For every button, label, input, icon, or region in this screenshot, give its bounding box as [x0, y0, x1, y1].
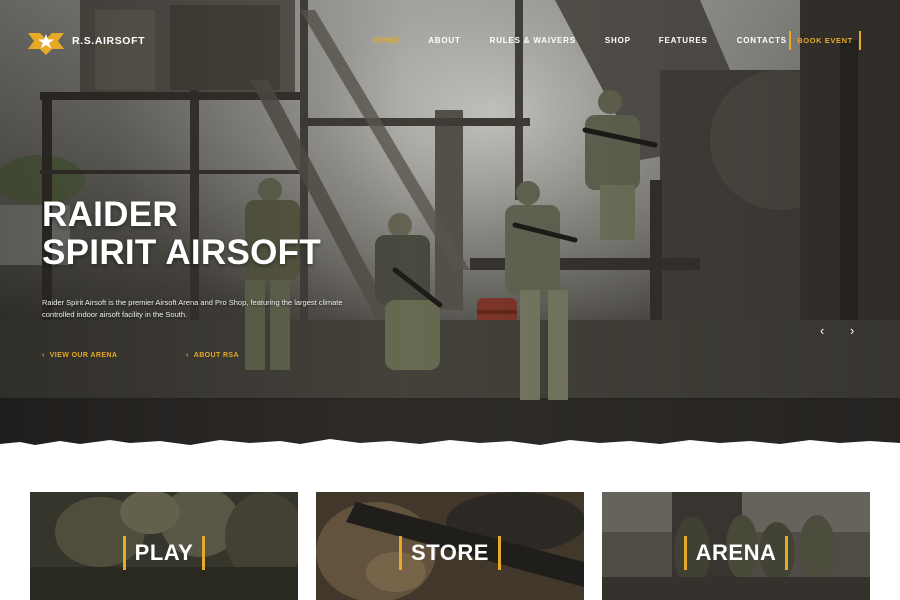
arena-label: ARENA [683, 536, 789, 570]
card-label-wrap: STORE [316, 536, 584, 570]
torn-edge-divider [0, 439, 900, 455]
card-label-wrap: PLAY [30, 536, 298, 570]
hero-title-line-1: RAIDER [42, 195, 178, 234]
nav-item-home[interactable]: HOME [373, 36, 400, 45]
play-label: PLAY [122, 536, 206, 570]
hero-banner: R.S.AIRSOFT HOME ABOUT RULES & WAIVERS S… [0, 0, 900, 455]
about-rsa-link[interactable]: › ABOUT RSA [186, 352, 239, 359]
store-label: STORE [399, 536, 501, 570]
nav-item-contacts[interactable]: CONTACTS [737, 36, 787, 45]
chevron-right-icon: › [186, 352, 189, 359]
slider-next-arrow-icon[interactable]: › [850, 324, 854, 338]
nav-item-shop[interactable]: SHOP [605, 36, 631, 45]
chevron-right-icon: › [42, 352, 45, 359]
nav-item-rules-waivers[interactable]: RULES & WAIVERS [490, 36, 576, 45]
main-navigation: HOME ABOUT RULES & WAIVERS SHOP FEATURES… [373, 36, 787, 45]
slider-prev-arrow-icon[interactable]: ‹ [820, 324, 824, 338]
nav-item-about[interactable]: ABOUT [428, 36, 460, 45]
card-label-wrap: ARENA [602, 536, 870, 570]
view-our-arena-label: VIEW OUR ARENA [49, 352, 118, 359]
about-rsa-label: ABOUT RSA [193, 352, 239, 359]
card-arena[interactable]: ARENA [602, 492, 870, 600]
card-store[interactable]: STORE [316, 492, 584, 600]
book-event-button[interactable]: BOOK EVENT [789, 31, 861, 50]
brand-name: R.S.AIRSOFT [72, 35, 146, 47]
hero-description: Raider Spirit Airsoft is the premier Air… [42, 298, 343, 319]
site-logo[interactable]: R.S.AIRSOFT [26, 27, 145, 55]
star-chevron-badge-icon [28, 33, 64, 55]
nav-item-features[interactable]: FEATURES [659, 36, 708, 45]
card-play[interactable]: PLAY [30, 492, 298, 600]
view-our-arena-link[interactable]: › VIEW OUR ARENA [42, 352, 117, 359]
hero-title: RAIDER SPIRIT AIRSOFT [42, 196, 321, 272]
hero-title-line-2: SPIRIT AIRSOFT [42, 233, 322, 272]
